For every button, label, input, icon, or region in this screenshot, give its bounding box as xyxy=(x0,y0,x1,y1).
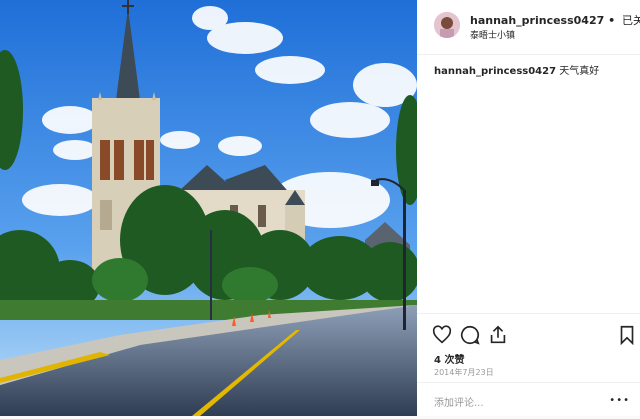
post-header: hannah_princess0427 • 已关注 泰晤士小镇 xyxy=(417,0,640,55)
instagram-post: hannah_princess0427 • 已关注 泰晤士小镇 hannah_p… xyxy=(0,0,640,416)
location-link[interactable]: 泰晤士小镇 xyxy=(470,28,515,41)
post-actions: 4 次赞 2014年7月23日 添加评论... ••• xyxy=(417,313,640,418)
post-caption: hannah_princess0427 天气真好 xyxy=(434,62,634,77)
bookmark-icon[interactable] xyxy=(616,324,638,346)
comment-bar: 添加评论... ••• xyxy=(417,382,640,419)
separator-dot: • xyxy=(608,14,616,27)
avatar[interactable] xyxy=(434,12,460,38)
comment-input[interactable]: 添加评论... xyxy=(434,394,484,409)
caption-username[interactable]: hannah_princess0427 xyxy=(434,66,556,77)
post-author: hannah_princess0427 • 已关注 xyxy=(470,12,640,28)
caption-text: 天气真好 xyxy=(559,66,600,77)
post-side-panel: hannah_princess0427 • 已关注 泰晤士小镇 hannah_p… xyxy=(417,0,640,416)
post-photo[interactable] xyxy=(0,0,417,416)
follow-status[interactable]: 已关注 xyxy=(622,14,640,27)
like-count[interactable]: 4 次赞 xyxy=(434,351,464,366)
post-date: 2014年7月23日 xyxy=(434,368,494,377)
church-photo xyxy=(0,0,417,416)
more-options-icon[interactable]: ••• xyxy=(609,395,630,406)
share-icon[interactable] xyxy=(487,324,509,346)
username-link[interactable]: hannah_princess0427 xyxy=(470,14,604,27)
avatar-image xyxy=(434,12,460,38)
heart-icon[interactable] xyxy=(431,324,453,346)
comment-icon[interactable] xyxy=(459,324,481,346)
